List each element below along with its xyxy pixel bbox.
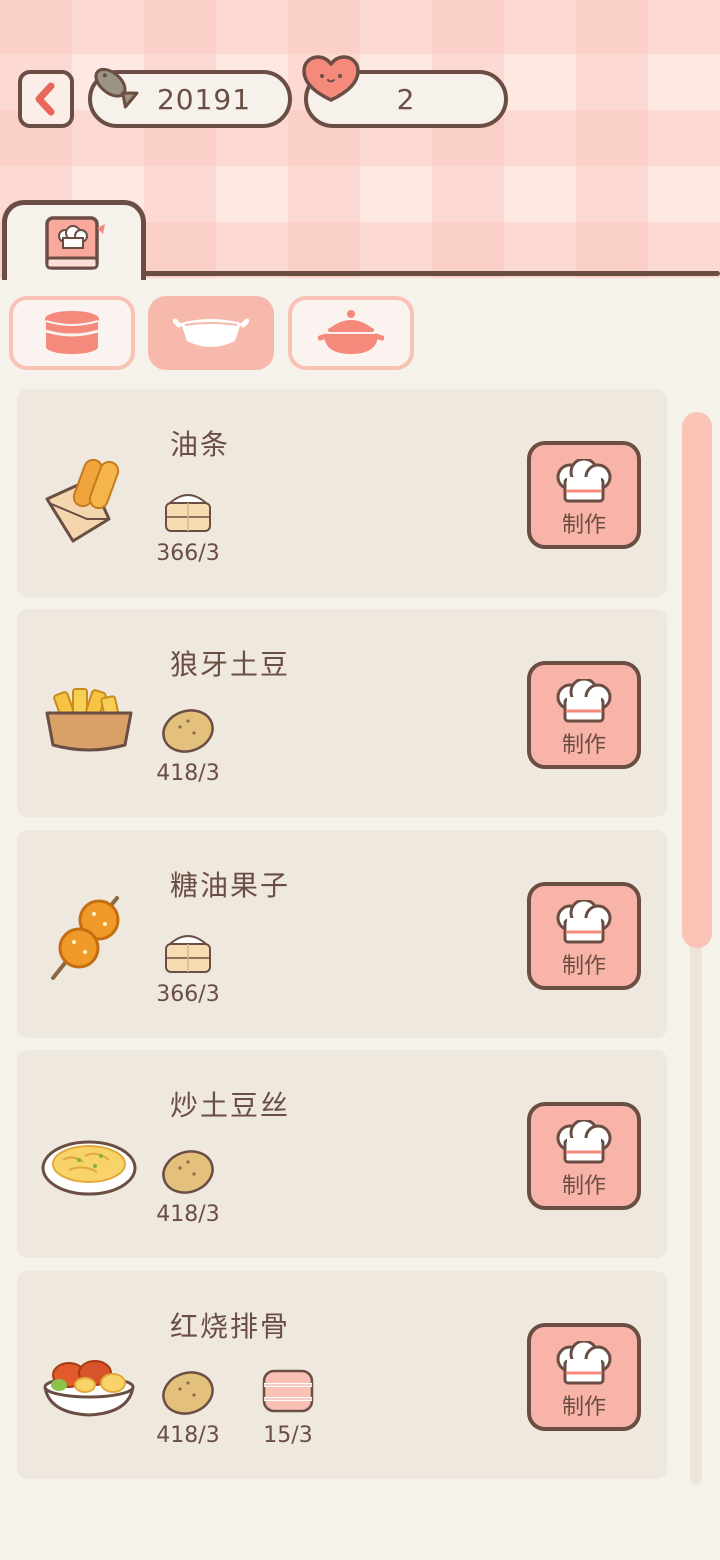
make-button[interactable]: 制作 (527, 1323, 641, 1431)
recipe-card: 红烧排骨 418/3 15/3 制作 (17, 1271, 667, 1479)
scrollbar-thumb[interactable] (682, 412, 712, 948)
wolf-tooth-potato-dish-icon (45, 688, 133, 752)
flour-icon (165, 494, 211, 532)
recipe-name: 糖油果子 (170, 869, 291, 902)
header-divider (140, 271, 720, 276)
youtiao-dish-icon (45, 458, 120, 543)
recipe-name: 油条 (170, 428, 231, 461)
category-wok[interactable] (148, 296, 274, 370)
ingredient: 366/3 (148, 924, 228, 1007)
recipe-card: 狼牙土豆 418/3 制作 (17, 609, 667, 817)
ingredient: 366/3 (148, 483, 228, 566)
ingredient: 15/3 (248, 1365, 328, 1448)
heart-icon (302, 55, 360, 102)
ingredient: 418/3 (148, 1365, 228, 1448)
recipe-book-icon (45, 215, 105, 270)
recipe-name: 炒土豆丝 (170, 1089, 291, 1122)
make-button-label: 制作 (561, 513, 606, 538)
back-button[interactable] (18, 70, 74, 128)
potato-icon (162, 1371, 214, 1415)
tab-recipe-book[interactable] (2, 200, 146, 280)
ingredient-qty: 366/3 (156, 541, 220, 566)
ingredient-qty: 418/3 (156, 1202, 220, 1227)
wok-icon (173, 318, 249, 347)
meat-icon (262, 1369, 314, 1413)
chef-hat-icon (556, 459, 612, 503)
chef-hat-icon (556, 900, 612, 944)
make-button-label: 制作 (561, 1395, 606, 1420)
fish-count: 20191 (156, 82, 252, 116)
recipe-card: 油条 366/3 制作 (17, 389, 667, 597)
potato-icon (162, 1150, 214, 1194)
make-button-label: 制作 (561, 954, 606, 979)
category-clay-pot[interactable] (288, 296, 414, 370)
ingredient-qty: 418/3 (156, 1423, 220, 1448)
potato-icon (162, 709, 214, 753)
chevron-left-icon (35, 82, 55, 116)
steamer-icon (45, 311, 99, 354)
ingredient: 418/3 (148, 1144, 228, 1227)
heart-count: 2 (396, 82, 416, 116)
recipe-name: 狼牙土豆 (170, 648, 291, 681)
make-button[interactable]: 制作 (527, 441, 641, 549)
ingredient: 418/3 (148, 703, 228, 786)
make-button[interactable]: 制作 (527, 661, 641, 769)
make-button-label: 制作 (561, 1174, 606, 1199)
sugar-oil-fruit-dish-icon (51, 896, 120, 980)
ingredient-qty: 418/3 (156, 761, 220, 786)
flour-icon (165, 935, 211, 973)
ingredient-qty: 15/3 (263, 1423, 313, 1448)
fish-icon (94, 67, 139, 109)
make-button-label: 制作 (561, 733, 606, 758)
chef-hat-icon (556, 1120, 612, 1164)
shredded-potato-dish-icon (41, 1140, 137, 1196)
make-button[interactable]: 制作 (527, 1102, 641, 1210)
category-steamer[interactable] (9, 296, 135, 370)
make-button[interactable]: 制作 (527, 882, 641, 990)
recipe-name: 红烧排骨 (170, 1310, 291, 1343)
chef-hat-icon (556, 679, 612, 723)
clay-pot-icon (318, 310, 384, 354)
ingredient-qty: 366/3 (156, 982, 220, 1007)
recipe-card: 炒土豆丝 418/3 制作 (17, 1050, 667, 1258)
chef-hat-icon (556, 1341, 612, 1385)
recipe-card: 糖油果子 366/3 制作 (17, 830, 667, 1038)
braised-ribs-dish-icon (43, 1360, 135, 1417)
